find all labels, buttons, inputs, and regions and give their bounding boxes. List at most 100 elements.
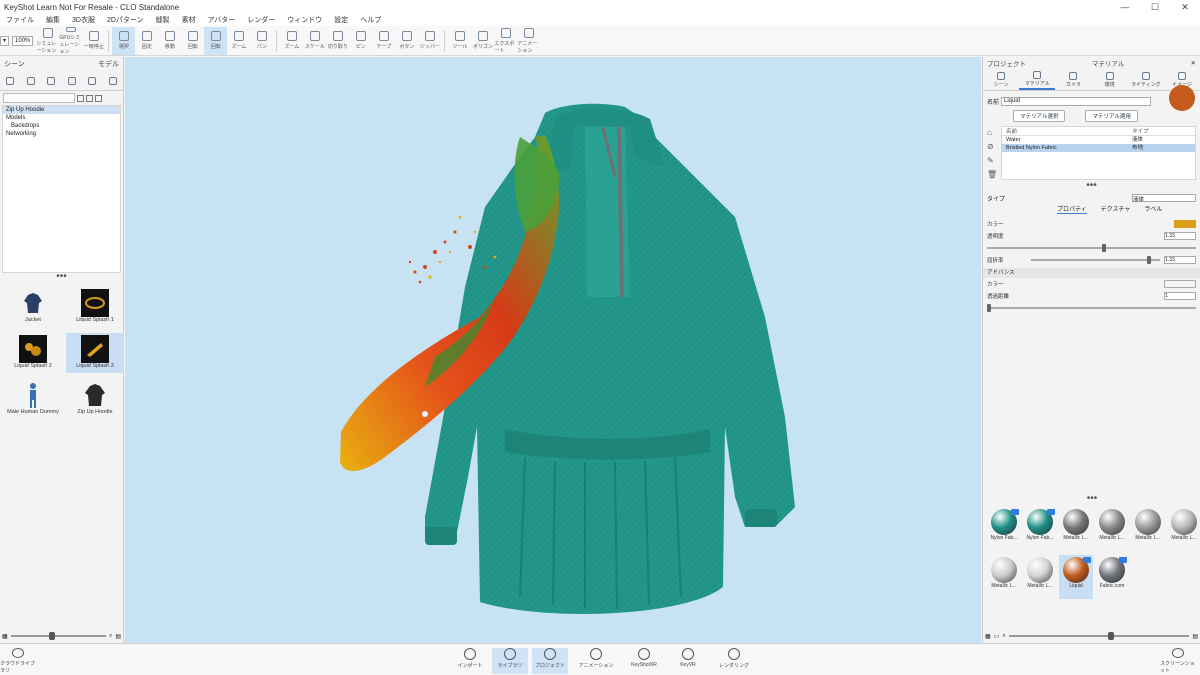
tool-zipper[interactable]: ジッパー — [418, 27, 441, 55]
refresh-icon[interactable] — [95, 94, 102, 102]
maximize-icon[interactable]: ☐ — [1140, 0, 1170, 14]
menu-pattern[interactable]: 2Dパターン — [101, 15, 150, 25]
panel-resize-handle[interactable]: ••• — [0, 272, 123, 283]
transmission-slider-track[interactable] — [987, 304, 1196, 312]
tab-properties[interactable]: プロパティ — [1057, 204, 1087, 214]
search-icon[interactable]: ⌕ — [1002, 633, 1005, 640]
tab-scene[interactable]: シーン — [983, 69, 1019, 90]
tool-simulate[interactable]: シミュレーション — [36, 27, 59, 55]
tool-zoom-fit[interactable]: ズーム — [280, 27, 303, 55]
edit-icon[interactable]: ✎ — [987, 156, 997, 165]
tab-model[interactable]: モデル — [98, 59, 119, 69]
settings-icon[interactable]: ▤ — [1192, 633, 1198, 640]
tab-material[interactable]: マテリアル — [1019, 69, 1056, 90]
apply-material-button[interactable]: マテリアル適用 — [1085, 110, 1138, 122]
3d-viewport[interactable] — [125, 57, 981, 643]
tool-fix[interactable]: 固定 — [135, 27, 158, 55]
menu-help[interactable]: ヘルプ — [354, 15, 387, 25]
material-swatch[interactable]: Metallic L... — [1131, 507, 1165, 551]
tool-tape[interactable]: テープ — [372, 27, 395, 55]
tab-camera[interactable]: カメラ — [1055, 69, 1091, 90]
tab-scene[interactable]: シーン — [4, 59, 25, 69]
slider-knob[interactable] — [1101, 244, 1106, 252]
link-icon[interactable]: ⊘ — [987, 142, 997, 151]
refraction-slider[interactable] — [1031, 256, 1160, 264]
material-swatch[interactable]: Liquid — [1059, 555, 1093, 599]
tool-move[interactable]: 移動 — [158, 27, 181, 55]
material-swatch[interactable]: Metallic L... — [1059, 507, 1093, 551]
tree-item[interactable]: Backdrops — [3, 122, 120, 130]
tab-lighting[interactable]: ライティング — [1128, 69, 1164, 90]
slider-knob[interactable] — [48, 632, 55, 640]
tool-tools[interactable]: ツール — [448, 27, 471, 55]
tool-rotate[interactable]: 回転 — [181, 27, 204, 55]
color-swatch[interactable] — [1174, 220, 1196, 228]
library-item[interactable]: Liquid Splash 2 — [4, 333, 62, 373]
library-item[interactable]: Zip Up Hoodie — [66, 379, 124, 419]
menu-sewing[interactable]: 縫製 — [150, 15, 176, 25]
render-scene[interactable] — [125, 57, 981, 643]
tool-polygon[interactable]: ポリゴン — [471, 27, 494, 55]
material-swatch[interactable]: Nylon Fab... — [987, 507, 1021, 551]
thumbnail-size-slider[interactable] — [10, 632, 106, 640]
tool-rotate-camera[interactable]: 回転 — [204, 26, 228, 55]
table-row[interactable]: Water 液体 — [1002, 136, 1195, 144]
scene-search-input[interactable] — [3, 93, 75, 103]
folder-icon[interactable]: ▭ — [994, 633, 1000, 640]
material-type-select[interactable]: 液体 — [1132, 194, 1196, 203]
material-icon[interactable] — [47, 76, 56, 85]
filter-icon[interactable] — [77, 94, 84, 102]
close-icon[interactable]: ✕ — [1170, 0, 1200, 14]
menu-garment[interactable]: 3D衣服 — [66, 15, 101, 25]
material-swatch[interactable]: Fabric.com — [1095, 555, 1129, 599]
tool-pause[interactable]: 一時停止 — [82, 27, 105, 55]
tool-pan[interactable]: パン — [250, 27, 273, 55]
tool-pin[interactable]: ピン — [349, 27, 372, 55]
slider-knob[interactable] — [1108, 632, 1115, 640]
pick-material-button[interactable]: マテリアル選択 — [1013, 110, 1066, 122]
grid-icon[interactable]: ▦ — [985, 633, 991, 640]
zoom-select[interactable]: 100% — [12, 35, 34, 46]
tool-animation[interactable]: アニメーション — [517, 27, 540, 55]
texture-icon[interactable] — [67, 76, 76, 85]
minimize-icon[interactable]: — — [1110, 0, 1140, 14]
material-name-field[interactable]: Liquid — [1001, 96, 1151, 106]
material-swatch[interactable]: Metallic L... — [1167, 507, 1200, 551]
library-item[interactable]: Male Human Dummy — [4, 379, 62, 419]
cloud-library-button[interactable]: クラウドライブラリ — [0, 648, 36, 674]
material-swatch[interactable]: Metallic L... — [1023, 555, 1057, 599]
menu-material[interactable]: 素材 — [176, 15, 202, 25]
table-row[interactable]: Bristled Nylon Fabric 布地 — [1002, 144, 1195, 152]
import-button[interactable]: インポート — [452, 648, 488, 674]
color-icon[interactable] — [88, 76, 97, 85]
search-icon[interactable]: ⌕ — [109, 633, 112, 640]
tab-labels[interactable]: ラベル — [1144, 204, 1162, 214]
tree-item[interactable]: Models — [3, 114, 120, 122]
menu-render[interactable]: レンダー — [241, 15, 281, 25]
advanced-section-header[interactable]: アドバンス — [983, 268, 1200, 278]
tab-textures[interactable]: テクスチャ — [1101, 204, 1131, 214]
tree-item[interactable]: Networking — [3, 130, 120, 138]
material-swatch[interactable]: Metallic L... — [1095, 507, 1129, 551]
library-item[interactable]: Liquid Splash 1 — [66, 287, 124, 327]
keyvr-button[interactable]: KeyVR — [670, 648, 706, 674]
keyshotxr-button[interactable]: KeyShotXR — [626, 648, 662, 674]
settings-icon[interactable]: ▤ — [115, 633, 121, 640]
tool-cut[interactable]: 切り取り — [326, 27, 349, 55]
advanced-color-swatch[interactable] — [1164, 280, 1196, 288]
panel-resize-handle[interactable]: ••• — [983, 181, 1200, 192]
project-button[interactable]: プロジェクト — [532, 648, 568, 674]
library-item[interactable]: Jacket — [4, 287, 62, 327]
home-icon[interactable]: ⌂ — [987, 128, 997, 137]
menu-avatar[interactable]: アバター — [202, 15, 242, 25]
grid-icon[interactable]: ▦ — [2, 633, 8, 640]
material-swatch[interactable]: Metallic L... — [987, 555, 1021, 599]
transparency-slider-track[interactable] — [987, 244, 1196, 252]
model-icon[interactable] — [108, 76, 117, 85]
tool-gpu[interactable]: GPUシミュレーション — [59, 26, 82, 55]
tool-select[interactable]: 選択 — [112, 26, 136, 55]
preset-select[interactable]: ▾ — [0, 35, 10, 46]
tool-button[interactable]: ボタン — [395, 27, 418, 55]
menu-edit[interactable]: 編集 — [40, 15, 66, 25]
tool-export[interactable]: エクスポート — [494, 27, 517, 55]
